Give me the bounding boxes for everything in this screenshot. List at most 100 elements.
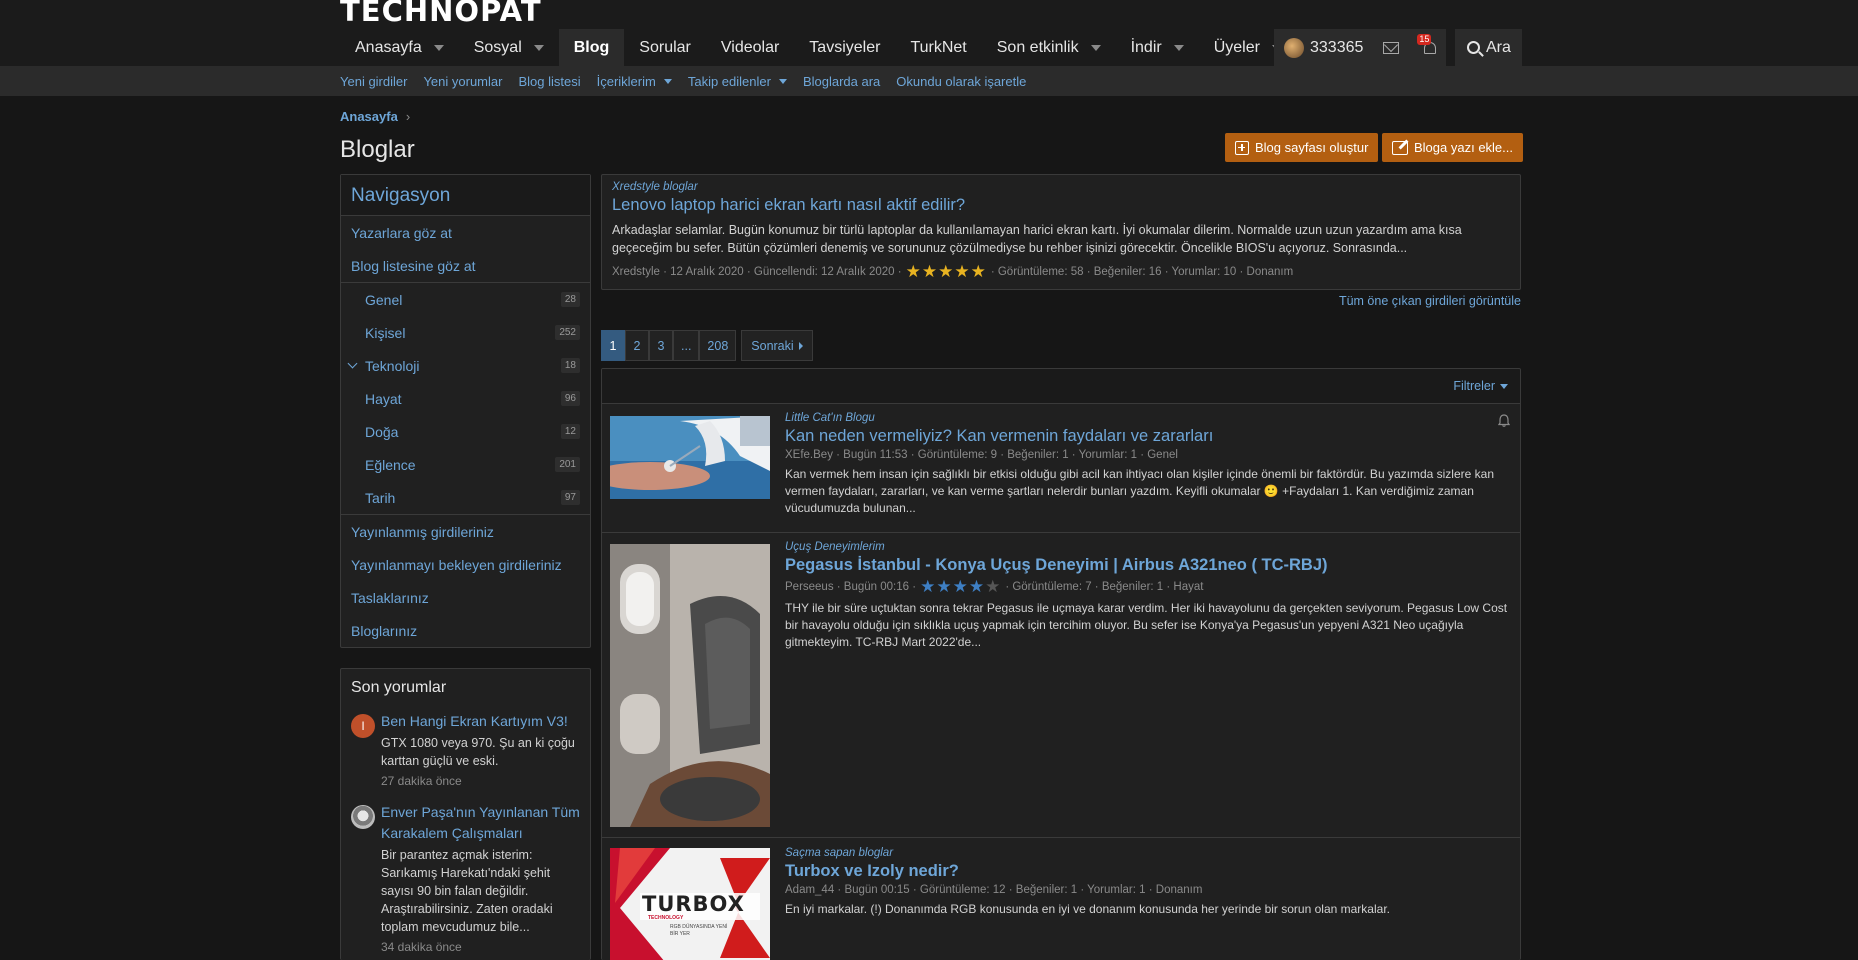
subnav-item-yeni-yorumlar[interactable]: Yeni yorumlar [423, 74, 502, 89]
user-menu[interactable]: 333365 15 [1274, 29, 1446, 66]
create-blog-button[interactable]: Blog sayfası oluştur [1225, 133, 1379, 162]
nav-item-i-ndir[interactable]: İndir [1116, 29, 1199, 66]
category-name[interactable]: Doğa [365, 424, 398, 440]
user-name[interactable]: 333365 [1310, 39, 1363, 57]
subnav-item-blog-listesi[interactable]: Blog listesi [518, 74, 580, 89]
entry-title[interactable]: Turbox ve Izoly nedir? [785, 862, 1508, 881]
nav-item-videolar[interactable]: Videolar [706, 29, 794, 66]
featured-text: Arkadaşlar selamlar. Bugün konumuz bir t… [612, 223, 1462, 255]
subnav-item-label: Okundu olarak işaretle [896, 73, 1027, 89]
category-name[interactable]: Hayat [365, 391, 402, 407]
nav-item-anasayfa[interactable]: Anasayfa [340, 29, 459, 66]
nav-item-sosyal[interactable]: Sosyal [459, 29, 559, 66]
bell-icon[interactable] [1498, 414, 1510, 427]
chevron-down-icon[interactable] [347, 358, 358, 369]
avatar[interactable]: I [351, 714, 375, 738]
edit-icon [1392, 140, 1408, 155]
page-2[interactable]: 2 [625, 330, 649, 361]
entry-text: En iyi markalar. (!) Donanımda RGB konus… [785, 902, 1390, 916]
recent-comment: Enver Paşa'nın Yayınlanan Tüm Karakalem … [341, 802, 590, 954]
filters-label: Filtreler [1453, 379, 1495, 393]
category-name[interactable]: Kişisel [365, 325, 405, 341]
filters-button[interactable]: Filtreler [1453, 379, 1508, 393]
nav-item-tavsiyeler[interactable]: Tavsiyeler [794, 29, 895, 66]
nav-item-son-etkinlik[interactable]: Son etkinlik [982, 29, 1116, 66]
mail-icon[interactable] [1383, 41, 1400, 54]
featured-title[interactable]: Lenovo laptop harici ekran kartı nasıl a… [612, 196, 1510, 215]
airplane-cabin-photo[interactable] [610, 544, 770, 827]
chevron-down-icon[interactable] [1173, 44, 1184, 51]
category-item[interactable]: Kişisel 252 [341, 316, 590, 349]
comment-title[interactable]: Enver Paşa'nın Yayınlanan Tüm Karakalem … [381, 802, 580, 844]
subnav-item-okundu-olarak-i-aretle[interactable]: Okundu olarak işaretle [896, 74, 1026, 89]
star-icon: ★ [920, 577, 936, 596]
list-header: Filtreler [602, 369, 1520, 404]
entry-blog-name[interactable]: Little Cat'ın Blogu [785, 412, 1508, 424]
subnav-item-yeni-girdiler[interactable]: Yeni girdiler [340, 74, 407, 89]
category-item[interactable]: Doğa 12 [341, 415, 590, 448]
category-item[interactable]: Eğlence 201 [341, 448, 590, 481]
subnav-item-i-eriklerim[interactable]: İçeriklerim [597, 74, 672, 89]
featured-meta: Xredstyle · 12 Aralık 2020 · Güncellendi… [612, 263, 1510, 280]
search-button[interactable]: Ara [1455, 29, 1522, 66]
page-3[interactable]: 3 [649, 330, 673, 361]
chevron-down-icon[interactable] [778, 78, 787, 84]
blood-donation-photo[interactable] [610, 416, 770, 499]
next-page-button[interactable]: Sonraki [741, 330, 813, 361]
category-item[interactable]: Teknoloji 18 [341, 349, 590, 382]
nav-item-label: Videolar [720, 38, 780, 56]
nav-link-bottom-3[interactable]: Bloglarınız [341, 614, 590, 647]
nav-link-0[interactable]: Yazarlara göz at [341, 216, 590, 249]
nav-item-turknet[interactable]: TurkNet [895, 29, 981, 66]
nav-link-bottom-1[interactable]: Yayınlanmayı bekleyen girdileriniz [341, 548, 590, 581]
category-item[interactable]: Hayat 96 [341, 382, 590, 415]
entry-title[interactable]: Pegasus İstanbul - Konya Uçuş Deneyimi |… [785, 556, 1508, 575]
avatar[interactable] [351, 805, 375, 829]
page-208[interactable]: 208 [699, 330, 737, 361]
entry-body: Little Cat'ın Blogu Kan neden vermeliyiz… [785, 412, 1508, 517]
subnav-item-takip-edilenler[interactable]: Takip edilenler [688, 74, 787, 89]
page-1[interactable]: 1 [601, 330, 625, 361]
featured-blog-name[interactable]: Xredstyle bloglar [612, 181, 1510, 193]
featured-entry: Xredstyle bloglar Lenovo laptop harici e… [601, 174, 1521, 290]
entry-title[interactable]: Kan neden vermeliyiz? Kan vermenin fayda… [785, 427, 1508, 446]
chevron-down-icon[interactable] [433, 44, 444, 51]
notifications-button[interactable]: 15 [1417, 33, 1439, 57]
star-icon: ★ [936, 577, 952, 596]
nav-item-label: Anasayfa [355, 38, 422, 56]
recent-comments-title: Son yorumlar [351, 679, 447, 696]
add-post-button[interactable]: Bloga yazı ekle... [1382, 133, 1523, 162]
nav-item-blog[interactable]: Blog [558, 29, 625, 66]
subnav-item-bloglarda-ara[interactable]: Bloglarda ara [803, 74, 880, 89]
comment-time: 27 dakika önce [381, 774, 462, 788]
chevron-down-icon[interactable] [1090, 44, 1101, 51]
breadcrumb-home[interactable]: Anasayfa [340, 109, 398, 124]
star-icon: ★ [952, 577, 968, 596]
turbox-logo[interactable]: TURBOX TECHNOLOGY RGB DÜNYASINDA YENİ Bİ… [610, 848, 770, 960]
main-nav: Anasayfa Sosyal Blog Sorular Videolar Tavsiye… [340, 29, 1371, 66]
category-item[interactable]: Genel 28 [341, 283, 590, 316]
entry-body: Uçuş Deneyimlerim Pegasus İstanbul - Kon… [785, 541, 1508, 651]
category-item[interactable]: Tarih 97 [341, 481, 590, 514]
nav-item-label: Sorular [639, 38, 691, 56]
nav-link-bottom-2[interactable]: Taslaklarınız [341, 581, 590, 614]
star-icon: ★ [921, 262, 938, 281]
entry-blog-name[interactable]: Uçuş Deneyimlerim [785, 541, 1508, 553]
nav-link-1[interactable]: Blog listesine göz at [341, 249, 590, 282]
nav-item-sorular[interactable]: Sorular [624, 29, 706, 66]
category-name[interactable]: Tarih [365, 490, 395, 506]
comment-title[interactable]: Ben Hangi Ekran Kartıyım V3! [381, 711, 580, 732]
category-name[interactable]: Teknoloji [365, 358, 419, 374]
category-name[interactable]: Genel [365, 292, 402, 308]
star-icon: ★ [970, 262, 986, 281]
all-featured-link[interactable]: Tüm öne çıkan girdileri görüntüle [1330, 294, 1521, 308]
site-logo[interactable]: TECHNOPAT [340, 0, 542, 26]
user-avatar[interactable] [1284, 37, 1304, 58]
chevron-down-icon[interactable] [533, 44, 544, 51]
category-count: 97 [560, 490, 580, 505]
category-name[interactable]: Eğlence [365, 457, 416, 473]
entry-body: Saçma sapan bloglar Turbox ve Izoly nedi… [785, 847, 1508, 918]
nav-link-bottom-0[interactable]: Yayınlanmış girdileriniz [341, 515, 590, 548]
chevron-down-icon[interactable] [663, 78, 672, 84]
entry-blog-name[interactable]: Saçma sapan bloglar [785, 847, 1508, 859]
